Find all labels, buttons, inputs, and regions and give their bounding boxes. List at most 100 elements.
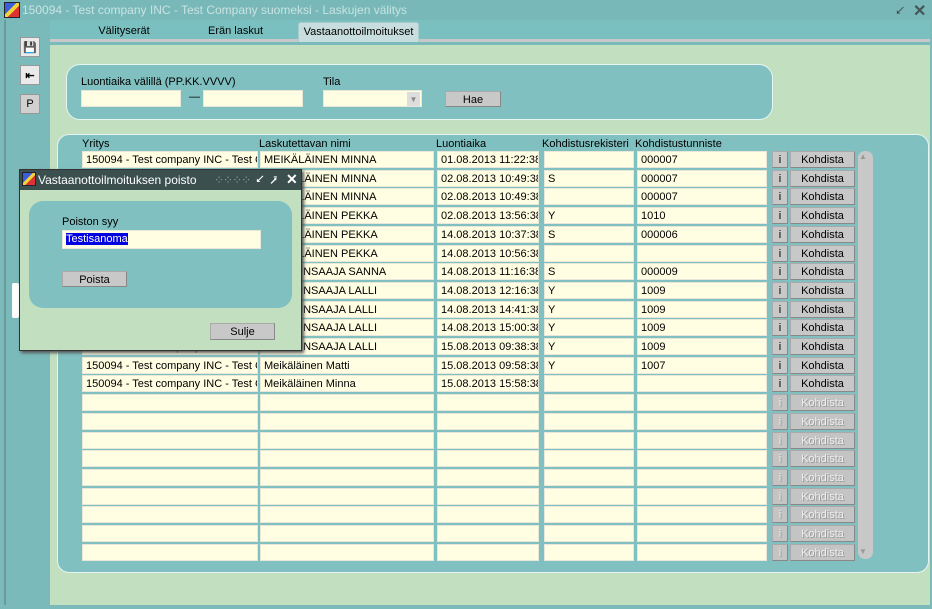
assign-button[interactable]: Kohdista	[790, 226, 855, 243]
assign-button[interactable]: Kohdista	[790, 469, 855, 486]
assign-button[interactable]: Kohdista	[790, 263, 855, 280]
info-button[interactable]: i	[772, 394, 788, 411]
assign-button[interactable]: Kohdista	[790, 151, 855, 168]
rekisteri-cell[interactable]: S	[544, 226, 634, 243]
chevron-down-icon[interactable]: ▼	[407, 92, 420, 106]
info-button[interactable]: i	[772, 226, 788, 243]
date-from-input[interactable]	[81, 90, 181, 107]
rekisteri-cell[interactable]	[544, 544, 634, 561]
tunniste-cell[interactable]	[637, 450, 767, 467]
luontiaika-cell[interactable]: 02.08.2013 10:49:38	[437, 170, 539, 187]
info-button[interactable]: i	[772, 338, 788, 355]
tunniste-cell[interactable]	[637, 245, 767, 262]
yritys-cell[interactable]	[82, 525, 258, 542]
close-button[interactable]: Sulje	[210, 323, 275, 340]
tunniste-cell[interactable]: 000006	[637, 226, 767, 243]
rekisteri-cell[interactable]: S	[544, 170, 634, 187]
assign-button[interactable]: Kohdista	[790, 188, 855, 205]
yritys-cell[interactable]	[82, 413, 258, 430]
close-icon[interactable]: ✕	[913, 1, 926, 21]
nimi-cell[interactable]	[260, 469, 434, 486]
tab-vastaanottoilmoitukset[interactable]: Vastaanottoilmoitukset	[298, 22, 419, 42]
tunniste-cell[interactable]: 1007	[637, 357, 767, 374]
save-icon[interactable]: 💾	[20, 37, 40, 57]
nimi-cell[interactable]	[260, 544, 434, 561]
tunniste-cell[interactable]	[637, 432, 767, 449]
grid-scrollbar[interactable]: ▲ ▼	[858, 151, 873, 559]
tunniste-cell[interactable]: 1009	[637, 319, 767, 336]
info-button[interactable]: i	[772, 413, 788, 430]
rekisteri-cell[interactable]	[544, 413, 634, 430]
yritys-cell[interactable]: 150094 - Test company INC - Test C	[82, 375, 258, 392]
search-button[interactable]: Hae	[445, 91, 501, 107]
nimi-cell[interactable]	[260, 450, 434, 467]
assign-button[interactable]: Kohdista	[790, 525, 855, 542]
date-to-input[interactable]	[203, 90, 303, 107]
close-icon[interactable]: ✕	[286, 171, 298, 188]
assign-button[interactable]: Kohdista	[790, 450, 855, 467]
assign-button[interactable]: Kohdista	[790, 432, 855, 449]
assign-button[interactable]: Kohdista	[790, 394, 855, 411]
tunniste-cell[interactable]	[637, 488, 767, 505]
assign-button[interactable]: Kohdista	[790, 338, 855, 355]
luontiaika-cell[interactable]: 14.08.2013 14:41:38	[437, 301, 539, 318]
info-button[interactable]: i	[772, 450, 788, 467]
nimi-cell[interactable]	[260, 506, 434, 523]
yritys-cell[interactable]	[82, 544, 258, 561]
luontiaika-cell[interactable]	[437, 488, 539, 505]
assign-button[interactable]: Kohdista	[790, 413, 855, 430]
luontiaika-cell[interactable]: 15.08.2013 15:58:38	[437, 375, 539, 392]
info-button[interactable]: i	[772, 319, 788, 336]
nimi-cell[interactable]	[260, 394, 434, 411]
info-button[interactable]: i	[772, 357, 788, 374]
assign-button[interactable]: Kohdista	[790, 488, 855, 505]
yritys-cell[interactable]	[82, 488, 258, 505]
luontiaika-cell[interactable]: 02.08.2013 13:56:38	[437, 207, 539, 224]
tunniste-cell[interactable]	[637, 413, 767, 430]
nimi-cell[interactable]	[260, 432, 434, 449]
yritys-cell[interactable]	[82, 394, 258, 411]
rekisteri-cell[interactable]	[544, 432, 634, 449]
assign-button[interactable]: Kohdista	[790, 544, 855, 561]
tunniste-cell[interactable]	[637, 506, 767, 523]
rekisteri-cell[interactable]	[544, 245, 634, 262]
assign-button[interactable]: Kohdista	[790, 282, 855, 299]
maximize-icon[interactable]: ⭷	[270, 172, 277, 193]
luontiaika-cell[interactable]: 14.08.2013 12:16:38	[437, 282, 539, 299]
nimi-cell[interactable]: Meikäläinen Matti	[260, 357, 434, 374]
assign-button[interactable]: Kohdista	[790, 245, 855, 262]
info-button[interactable]: i	[772, 375, 788, 392]
tunniste-cell[interactable]: 000009	[637, 263, 767, 280]
rekisteri-cell[interactable]	[544, 450, 634, 467]
yritys-cell[interactable]	[82, 506, 258, 523]
info-button[interactable]: i	[772, 525, 788, 542]
rekisteri-cell[interactable]: Y	[544, 282, 634, 299]
info-button[interactable]: i	[772, 544, 788, 561]
tunniste-cell[interactable]	[637, 544, 767, 561]
rekisteri-cell[interactable]: Y	[544, 207, 634, 224]
tunniste-cell[interactable]: 1010	[637, 207, 767, 224]
assign-button[interactable]: Kohdista	[790, 207, 855, 224]
rekisteri-cell[interactable]: Y	[544, 357, 634, 374]
rekisteri-cell[interactable]: Y	[544, 338, 634, 355]
tunniste-cell[interactable]: 000007	[637, 170, 767, 187]
assign-button[interactable]: Kohdista	[790, 319, 855, 336]
rekisteri-cell[interactable]: Y	[544, 319, 634, 336]
info-button[interactable]: i	[772, 301, 788, 318]
scroll-up-icon[interactable]: ▲	[859, 152, 867, 161]
info-button[interactable]: i	[772, 506, 788, 523]
nimi-cell[interactable]: Meikäläinen Minna	[260, 375, 434, 392]
info-button[interactable]: i	[772, 282, 788, 299]
luontiaika-cell[interactable]	[437, 432, 539, 449]
minimize-icon[interactable]: ⭩	[896, 3, 904, 19]
nimi-cell[interactable]: MEIKÄLÄINEN MINNA	[260, 151, 434, 168]
yritys-cell[interactable]	[82, 432, 258, 449]
tunniste-cell[interactable]	[637, 375, 767, 392]
rekisteri-cell[interactable]	[544, 151, 634, 168]
yritys-cell[interactable]	[82, 469, 258, 486]
assign-button[interactable]: Kohdista	[790, 170, 855, 187]
rekisteri-cell[interactable]: S	[544, 263, 634, 280]
tab-eran-laskut[interactable]: Erän laskut	[178, 22, 293, 42]
luontiaika-cell[interactable]: 14.08.2013 11:16:38	[437, 263, 539, 280]
luontiaika-cell[interactable]: 14.08.2013 15:00:38	[437, 319, 539, 336]
